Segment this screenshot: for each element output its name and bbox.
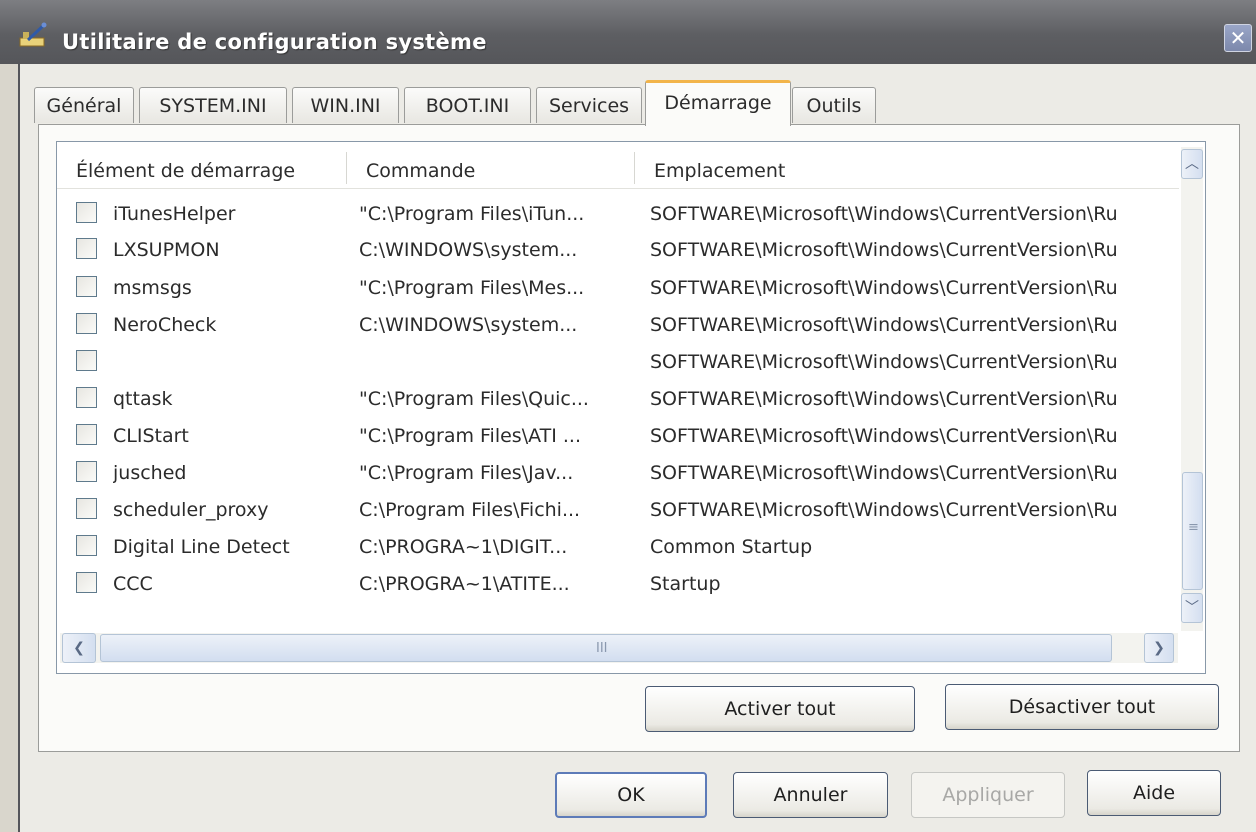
column-header-emplacement[interactable]: Emplacement — [654, 154, 1054, 188]
table-row[interactable]: jusched "C:\Program Files\Jav... SOFTWAR… — [57, 455, 1179, 492]
table-row[interactable]: LXSUPMON C:\WINDOWS\system... SOFTWARE\M… — [57, 232, 1179, 269]
startup-item-command: C:\PROGRA~1\ATITE... — [359, 573, 570, 595]
startup-checkbox[interactable] — [76, 572, 97, 593]
title-bar[interactable]: Utilitaire de configuration système ✕ — [0, 0, 1256, 64]
startup-item-name: scheduler_proxy — [113, 499, 269, 521]
startup-item-location: SOFTWARE\Microsoft\Windows\CurrentVersio… — [650, 203, 1118, 225]
startup-item-location: SOFTWARE\Microsoft\Windows\CurrentVersio… — [650, 277, 1118, 299]
table-row[interactable]: CLIStart "C:\Program Files\ATI ... SOFTW… — [57, 418, 1179, 455]
startup-item-name: LXSUPMON — [113, 239, 220, 261]
ok-button[interactable]: OK — [555, 772, 707, 818]
scroll-grip-icon: III — [596, 641, 608, 656]
column-header-element[interactable]: Élément de démarrage — [76, 154, 336, 188]
window-title: Utilitaire de configuration système — [62, 30, 487, 54]
startup-item-location: SOFTWARE\Microsoft\Windows\CurrentVersio… — [650, 462, 1118, 484]
startup-item-name — [113, 344, 349, 381]
help-button[interactable]: Aide — [1087, 770, 1221, 816]
enable-all-button[interactable]: Activer tout — [645, 686, 915, 732]
table-row[interactable]: msmsgs "C:\Program Files\Mes... SOFTWARE… — [57, 270, 1179, 307]
scroll-down-button[interactable]: ﹀ — [1181, 593, 1203, 623]
startup-item-command: C:\PROGRA~1\DIGIT... — [359, 536, 568, 558]
startup-checkbox[interactable] — [76, 276, 97, 297]
startup-item-name: Digital Line Detect — [113, 536, 290, 558]
column-divider[interactable] — [634, 152, 635, 184]
startup-item-command: C:\WINDOWS\system... — [359, 239, 578, 261]
chevron-down-icon: ﹀ — [1185, 600, 1199, 616]
close-icon: ✕ — [1229, 26, 1247, 50]
table-row[interactable]: CCC C:\PROGRA~1\ATITE... Startup — [57, 566, 1179, 603]
startup-item-name: qttask — [113, 388, 173, 410]
startup-item-location: SOFTWARE\Microsoft\Windows\CurrentVersio… — [650, 425, 1118, 447]
chevron-left-icon: ❮ — [73, 640, 85, 656]
chevron-up-icon: ︿ — [1185, 156, 1199, 172]
table-row[interactable]: NeroCheck C:\WINDOWS\system... SOFTWARE\… — [57, 307, 1179, 344]
startup-item-command: C:\Program Files\Fichi... — [359, 499, 581, 521]
msconfig-icon — [19, 22, 47, 47]
apply-button[interactable]: Appliquer — [911, 772, 1065, 818]
startup-item-command — [359, 344, 637, 381]
startup-item-name: iTunesHelper — [113, 203, 236, 225]
tab-demarrage[interactable]: Démarrage — [645, 80, 791, 126]
tab-services[interactable]: Services — [536, 87, 642, 123]
startup-item-name: NeroCheck — [113, 314, 217, 336]
startup-item-location: SOFTWARE\Microsoft\Windows\CurrentVersio… — [650, 351, 1118, 373]
startup-item-command: "C:\Program Files\ATI ... — [359, 425, 581, 447]
startup-item-name: msmsgs — [113, 277, 192, 299]
tab-outils[interactable]: Outils — [792, 87, 876, 123]
startup-checkbox[interactable] — [76, 387, 97, 408]
startup-checkbox[interactable] — [76, 202, 97, 223]
scroll-left-button[interactable]: ❮ — [62, 633, 96, 663]
startup-checkbox[interactable] — [76, 238, 97, 259]
column-divider[interactable] — [346, 152, 347, 184]
table-row[interactable]: iTunesHelper "C:\Program Files\iTun... S… — [57, 196, 1179, 233]
cancel-button[interactable]: Annuler — [733, 772, 888, 818]
startup-item-location: SOFTWARE\Microsoft\Windows\CurrentVersio… — [650, 388, 1118, 410]
startup-item-location: Common Startup — [650, 536, 813, 558]
startup-item-command: "C:\Program Files\Mes... — [359, 277, 585, 299]
startup-item-command: C:\WINDOWS\system... — [359, 314, 578, 336]
table-row[interactable]: Digital Line Detect C:\PROGRA~1\DIGIT...… — [57, 529, 1179, 566]
column-header-commande[interactable]: Commande — [366, 154, 626, 188]
startup-item-location: SOFTWARE\Microsoft\Windows\CurrentVersio… — [650, 499, 1118, 521]
startup-item-command: "C:\Program Files\iTun... — [359, 203, 585, 225]
scroll-right-button[interactable]: ❯ — [1144, 633, 1174, 663]
startup-item-name: CCC — [113, 573, 153, 595]
scroll-grip-icon: ≡ — [1188, 520, 1199, 535]
tab-system-ini[interactable]: SYSTEM.INI — [139, 87, 287, 123]
tab-boot-ini[interactable]: BOOT.INI — [404, 87, 531, 123]
close-button[interactable]: ✕ — [1224, 24, 1252, 52]
startup-item-name: CLIStart — [113, 425, 189, 447]
table-row[interactable]: scheduler_proxy C:\Program Files\Fichi..… — [57, 492, 1179, 529]
startup-item-command: "C:\Program Files\Jav... — [359, 462, 574, 484]
startup-checkbox[interactable] — [76, 350, 97, 371]
startup-checkbox[interactable] — [76, 313, 97, 334]
disable-all-button[interactable]: Désactiver tout — [945, 684, 1219, 730]
startup-checkbox[interactable] — [76, 498, 97, 519]
startup-checkbox[interactable] — [76, 461, 97, 482]
table-row[interactable]: qttask "C:\Program Files\Quic... SOFTWAR… — [57, 381, 1179, 418]
startup-item-location: SOFTWARE\Microsoft\Windows\CurrentVersio… — [650, 239, 1118, 261]
tab-general[interactable]: Général — [34, 87, 134, 123]
startup-item-location: Startup — [650, 573, 721, 595]
startup-item-name: jusched — [113, 462, 187, 484]
scroll-up-button[interactable]: ︿ — [1181, 149, 1203, 179]
startup-item-location: SOFTWARE\Microsoft\Windows\CurrentVersio… — [650, 314, 1118, 336]
startup-checkbox[interactable] — [76, 535, 97, 556]
startup-item-command: "C:\Program Files\Quic... — [359, 388, 589, 410]
chevron-right-icon: ❯ — [1153, 640, 1165, 656]
table-row[interactable]: SOFTWARE\Microsoft\Windows\CurrentVersio… — [57, 344, 1179, 381]
header-divider — [57, 188, 1179, 189]
tab-win-ini[interactable]: WIN.INI — [292, 87, 399, 123]
startup-checkbox[interactable] — [76, 424, 97, 445]
